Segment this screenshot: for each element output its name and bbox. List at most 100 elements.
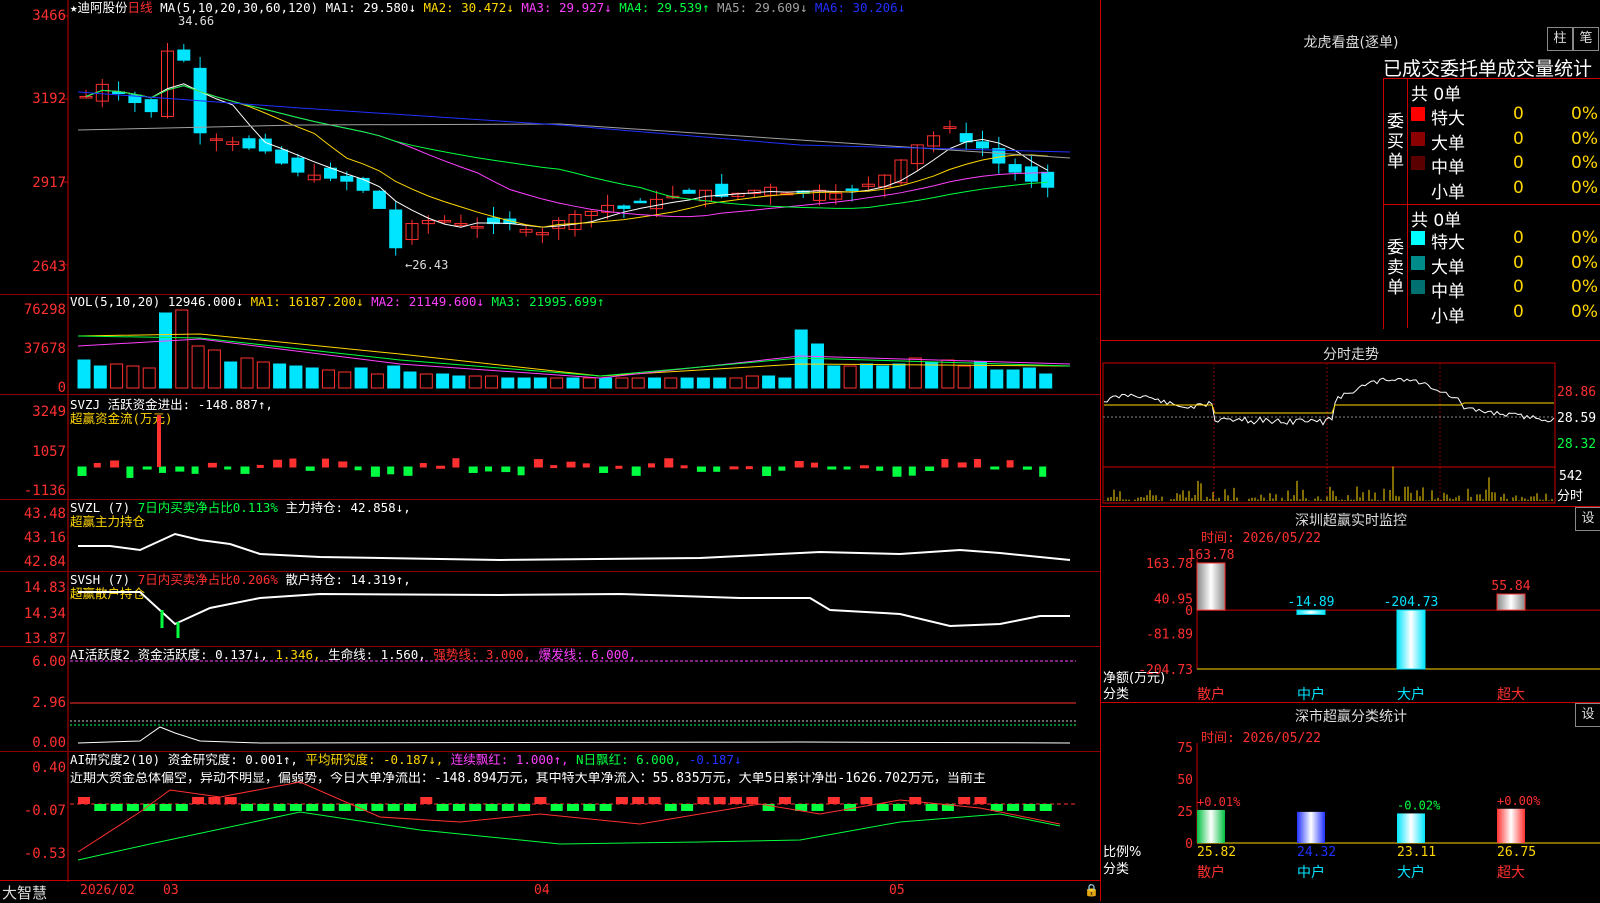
volume-bar [175, 309, 189, 389]
candle-body [372, 190, 386, 209]
volume-bar [582, 377, 596, 389]
fenshi-avg-line [1104, 402, 1554, 414]
flow-bar [224, 466, 232, 470]
ai-activity-chart[interactable] [0, 647, 1100, 751]
volume-panel[interactable]: VOL(5,10,20) 12946.000↓ MA1: 16187.200↓ … [0, 294, 1101, 395]
volume-bar [419, 373, 433, 389]
lhb-name: 小单 [1431, 306, 1465, 327]
legend-swatch [1411, 156, 1425, 170]
fenshi-chart[interactable] [1101, 341, 1600, 507]
svzl-chart[interactable] [0, 500, 1100, 571]
lhb-name: 大单 [1431, 133, 1465, 154]
flow-bar [696, 466, 706, 472]
month-label-2: 03 [163, 883, 179, 898]
volume-bar [485, 375, 498, 389]
monitor-bar-label: -204.73 [1384, 595, 1439, 610]
ai1-ytick-2: 2.96 [32, 695, 66, 711]
flow-bar [941, 459, 949, 468]
lhb-name: 特大 [1431, 233, 1465, 253]
ai-research-chart[interactable] [0, 752, 1100, 882]
svzl-panel[interactable]: SVZL (7) 7日内买卖净占比0.113% 主力持仓: 42.858↓, 超… [0, 500, 1101, 572]
candle-body [992, 148, 1006, 164]
svsh-panel[interactable]: SVSH (7) 7日内买卖净占比0.206% 散户持仓: 14.319↑, 超… [0, 572, 1101, 647]
flow-bar [452, 458, 460, 468]
candle-body [389, 209, 403, 249]
fenshi-frame [1102, 362, 1556, 504]
flow-bar [892, 466, 902, 477]
research-bar [192, 797, 205, 804]
chart-mode-bar-button[interactable]: 柱 [1547, 27, 1573, 51]
research-bar [893, 804, 905, 811]
monitor-bar [1496, 593, 1526, 611]
classify-xlabel: 分类 [1103, 862, 1130, 877]
ai-activity-panel[interactable]: AI活跃度2 资金活跃度: 0.137↓, 1.346, 生命线: 1.560,… [0, 647, 1101, 752]
kline-ytick-1: 3466 [32, 8, 66, 24]
legend-swatch [1411, 107, 1425, 121]
ma-line-3 [85, 85, 1048, 218]
volume-chart[interactable] [0, 294, 1100, 394]
classify-bar [1197, 809, 1225, 843]
kline-panel[interactable]: ★迪阿股份日线 MA(5,10,20,30,60,120) MA1: 29.58… [0, 0, 1101, 295]
volume-bar [403, 371, 417, 389]
ai2-ytick-2: -0.07 [23, 803, 66, 819]
legend-swatch [1411, 181, 1425, 195]
classify-ytick: 25 [1177, 805, 1193, 820]
classify-bar-chart[interactable]: 75 50 25 0 +0.01% 25.82 散户 24.32 中户 -0.02% 23.11 大户… [1101, 703, 1600, 901]
volume-bar [240, 357, 254, 389]
fenshi-price-line [1103, 377, 1555, 426]
research-bar [632, 797, 645, 804]
volume-bar [1022, 367, 1036, 389]
lhb-pct: 0% [1571, 177, 1598, 198]
candle-body [1041, 171, 1055, 188]
candle-body [258, 138, 272, 152]
volume-bar [533, 377, 547, 389]
fenshi-ytick-3: 28.32 [1557, 437, 1597, 452]
flow-bar [305, 466, 315, 471]
classify-panel[interactable]: 深市超赢分类统计 设 时间: 2026/05/22 75 50 25 0 +0.01% 2… [1100, 702, 1600, 901]
candle-body [356, 177, 370, 191]
research-line-green [77, 811, 1061, 861]
flow-bar [827, 466, 837, 470]
volume-bar [615, 377, 629, 389]
volume-bar [631, 377, 645, 389]
lhb-count: 0 [1513, 104, 1524, 124]
monitor-bar-chart[interactable]: 163.7840.950-81.89-204.73163.78散户-14.89中… [1101, 507, 1600, 703]
chart-mode-tick-button[interactable]: 笔 [1573, 27, 1599, 51]
volume-bar [550, 377, 564, 389]
monitor-category: 散户 [1197, 686, 1225, 703]
ma-line-5 [77, 123, 1071, 159]
lhb-pct: 0% [1571, 104, 1598, 124]
research-bar [241, 804, 253, 811]
flow-bar [1006, 460, 1014, 468]
svsh-chart[interactable] [0, 572, 1100, 646]
svzj-panel[interactable]: SVZJ 活跃资金进出: -148.887↑, 超赢资金流(万元) 3249 1… [0, 395, 1101, 500]
monitor-panel[interactable]: 深圳超赢实时监控 设 时间: 2026/05/22 163.78 40.95 0 -8… [1100, 506, 1600, 703]
svsh-ytick-2: 14.34 [23, 606, 66, 622]
ma-line-2 [85, 85, 1048, 228]
flow-bar [794, 460, 804, 468]
flow-bar [680, 465, 688, 469]
candle-body [177, 49, 191, 61]
research-bar [159, 804, 172, 811]
lhb-tabs[interactable]: 已成交委托单成交量统计 [1383, 54, 1600, 81]
lock-icon[interactable]: 🔒 [1084, 883, 1099, 897]
ai-research-panel[interactable]: AI研究度2(10) 资金研究度: 0.001↑, 平均研究度: -0.187↓… [0, 752, 1101, 882]
research-bar [469, 804, 482, 811]
svzl-ytick-1: 43.48 [23, 506, 66, 522]
volume-bar [159, 312, 172, 389]
svzj-chart[interactable] [0, 395, 1100, 499]
fenshi-panel[interactable]: 分时走势 28.86 28.59 28.32 542 分时 [1100, 340, 1600, 507]
research-bar [371, 804, 384, 811]
vol-ytick-1: 76298 [23, 302, 66, 318]
volume-bar [93, 365, 107, 389]
vol-ytick-3: 0 [57, 380, 66, 396]
research-bar [860, 797, 873, 804]
volume-bar [925, 361, 939, 389]
flow-bar [843, 466, 851, 470]
research-bar [208, 797, 221, 804]
classify-change-label: -0.02% [1397, 798, 1441, 812]
flow-bar [159, 466, 166, 473]
volume-bar [990, 369, 1004, 389]
kline-chart[interactable] [0, 0, 1100, 294]
candle-body [633, 200, 647, 204]
